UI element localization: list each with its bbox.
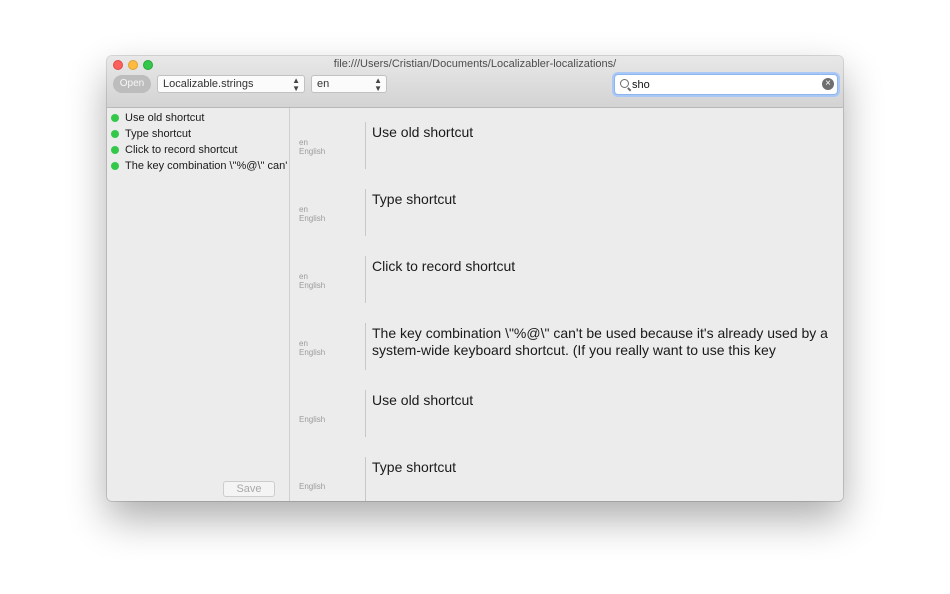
key-list-item[interactable]: The key combination \"%@\" can't... [111,158,287,174]
translation-row: en English Click to record shortcut [290,242,843,303]
language-name: English [299,281,326,290]
status-dot-icon [111,130,119,138]
app-window: file:///Users/Cristian/Documents/Localiz… [107,56,843,501]
key-label: Type shortcut [125,128,192,140]
file-select[interactable]: Localizable.strings ▲ ▼ [157,75,305,93]
language-name: English [299,348,326,357]
translation-row: en English Type shortcut [290,175,843,236]
updown-arrows-icon: ▲ ▼ [374,76,382,93]
file-select-value: Localizable.strings [163,78,254,90]
translation-text[interactable]: Use old shortcut [372,392,834,409]
search-field[interactable]: × [614,74,838,95]
clear-search-icon[interactable]: × [822,78,834,90]
key-label: Click to record shortcut [125,144,238,156]
status-dot-icon [111,162,119,170]
language-code: en [299,138,308,147]
translation-text[interactable]: The key combination \"%@\" can't be used… [372,325,834,359]
row-divider [365,390,366,437]
open-button[interactable]: Open [113,75,151,93]
translation-row: English Use old shortcut [290,376,843,437]
key-list-item[interactable]: Click to record shortcut [111,142,287,158]
key-label: The key combination \"%@\" can't... [125,160,287,172]
language-code: en [299,272,308,281]
key-label: Use old shortcut [125,112,205,124]
title-bar: file:///Users/Cristian/Documents/Localiz… [107,56,843,108]
keys-sidebar: Use old shortcut Type shortcut Click to … [107,108,290,501]
status-dot-icon [111,114,119,122]
status-dot-icon [111,146,119,154]
language-name: English [299,482,326,491]
window-title: file:///Users/Cristian/Documents/Localiz… [333,58,617,70]
key-list-item[interactable]: Use old shortcut [111,110,287,126]
updown-arrows-icon: ▲ ▼ [292,76,300,93]
row-divider [365,256,366,303]
language-select[interactable]: en ▲ ▼ [311,75,387,93]
translation-row: en English Use old shortcut [290,108,843,169]
search-input[interactable] [632,77,812,92]
translations-panel: en English Use old shortcut en English T… [290,108,843,501]
row-divider [365,122,366,169]
translation-row: en English The key combination \"%@\" ca… [290,309,843,370]
language-code: en [299,205,308,214]
language-select-value: en [317,78,330,90]
row-divider [365,323,366,370]
translation-text[interactable]: Click to record shortcut [372,258,834,275]
search-icon [620,79,629,88]
row-divider [365,457,366,501]
language-code: en [299,339,308,348]
language-name: English [299,415,326,424]
save-button[interactable]: Save [223,481,275,497]
language-name: English [299,214,326,223]
translation-text[interactable]: Use old shortcut [372,124,834,141]
key-list-item[interactable]: Type shortcut [111,126,287,142]
row-divider [365,189,366,236]
translation-row: English Type shortcut [290,443,843,501]
language-name: English [299,147,326,156]
translation-text[interactable]: Type shortcut [372,459,834,476]
translation-text[interactable]: Type shortcut [372,191,834,208]
